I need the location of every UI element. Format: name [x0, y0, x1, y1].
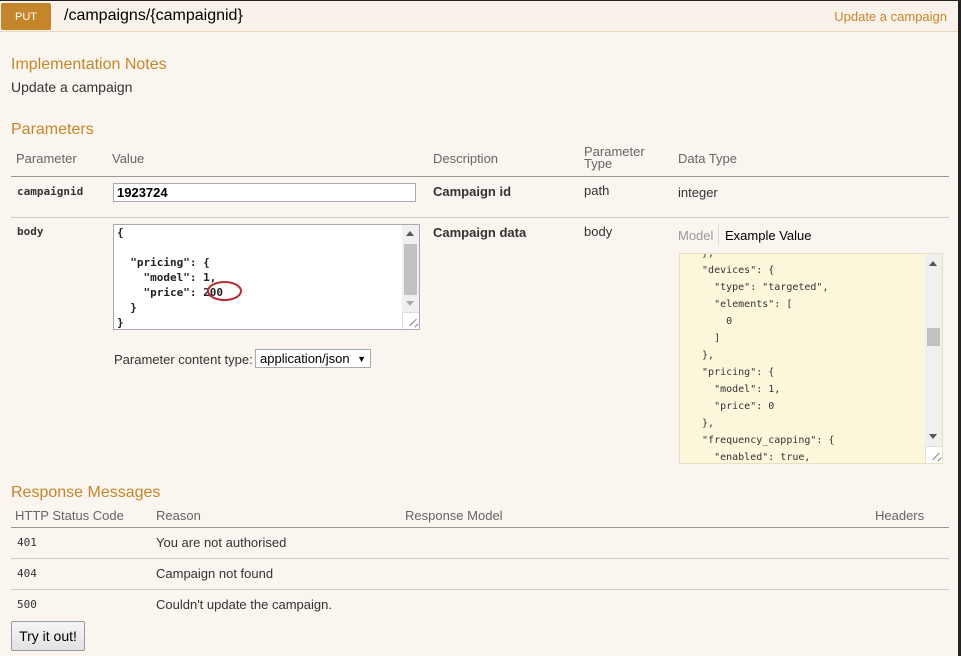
col-header-headers: Headers: [875, 508, 925, 523]
status-code: 500: [17, 598, 37, 611]
col-header-description: Description: [433, 151, 499, 166]
row-divider: [11, 217, 949, 218]
example-value-scrollbar[interactable]: [925, 254, 942, 463]
scroll-up-arrow-icon[interactable]: [929, 261, 937, 266]
col-header-response-model: Response Model: [405, 508, 503, 523]
parameter-type: path: [584, 183, 610, 198]
header-divider: [11, 176, 949, 177]
content-type-selected: application/json: [260, 351, 350, 366]
col-header-status-code: HTTP Status Code: [15, 508, 124, 523]
body-textarea[interactable]: { "pricing": { "model": 1, "price": 200 …: [113, 224, 420, 330]
status-reason: Couldn't update the campaign.: [156, 597, 332, 612]
scroll-down-arrow-icon[interactable]: [406, 301, 414, 306]
parameter-type: body: [584, 224, 613, 239]
body-textarea-scrollbar[interactable]: [402, 225, 419, 313]
operation-heading[interactable]: PUT /campaigns/{campaignid} Update a cam…: [0, 1, 958, 32]
scroll-up-arrow-icon[interactable]: [406, 231, 414, 236]
http-method-badge: PUT: [1, 3, 51, 30]
dropdown-caret-icon: ▼: [357, 353, 366, 364]
col-header-value: Value: [112, 151, 145, 166]
parameter-description: Campaign id: [433, 184, 512, 199]
status-code: 401: [17, 536, 37, 549]
resize-grip-icon[interactable]: [402, 312, 419, 329]
response-messages-title: Response Messages: [11, 484, 161, 501]
example-value-content: }, "devices": { "type": "targeted", "ele…: [702, 253, 835, 463]
parameters-title: Parameters: [11, 121, 94, 138]
implementation-notes-text: Update a campaign: [11, 79, 133, 95]
parameter-data-type: integer: [678, 185, 718, 200]
operation-summary-link[interactable]: Update a campaign: [834, 9, 947, 24]
annotation-circle: [207, 281, 242, 301]
scrollbar-thumb[interactable]: [404, 244, 417, 295]
parameter-name: body: [17, 225, 44, 238]
col-header-parameter-type-line2: Type: [584, 156, 613, 171]
status-code: 404: [17, 567, 37, 580]
try-it-out-button[interactable]: Try it out!: [11, 621, 85, 651]
example-value-box[interactable]: }, "devices": { "type": "targeted", "ele…: [679, 253, 943, 464]
col-header-reason: Reason: [156, 508, 201, 523]
header-divider: [11, 527, 949, 528]
implementation-notes-title: Implementation Notes: [11, 56, 167, 73]
operation-path[interactable]: /campaigns/{campaignid}: [64, 7, 243, 25]
content-type-select[interactable]: application/json ▼: [255, 349, 371, 368]
scroll-down-arrow-icon[interactable]: [929, 434, 937, 439]
scrollbar-thumb[interactable]: [927, 328, 940, 346]
parameter-description: Campaign data: [433, 225, 527, 240]
parameter-name: campaignid: [17, 185, 84, 198]
tab-example-value[interactable]: Example Value: [725, 228, 811, 243]
status-reason: You are not authorised: [156, 535, 287, 550]
row-divider: [11, 558, 949, 559]
status-reason: Campaign not found: [156, 566, 274, 581]
col-header-parameter: Parameter: [16, 151, 77, 166]
tab-separator: [718, 224, 719, 246]
body-textarea-content[interactable]: { "pricing": { "model": 1, "price": 200 …: [117, 225, 223, 330]
col-header-parameter-type: Parameter Type: [584, 145, 645, 171]
resize-grip-icon[interactable]: [925, 446, 942, 463]
campaignid-input[interactable]: [113, 183, 416, 202]
content-type-label: Parameter content type:: [114, 352, 253, 367]
row-divider: [11, 589, 949, 590]
col-header-data-type: Data Type: [678, 151, 738, 166]
tab-model[interactable]: Model: [678, 228, 713, 243]
